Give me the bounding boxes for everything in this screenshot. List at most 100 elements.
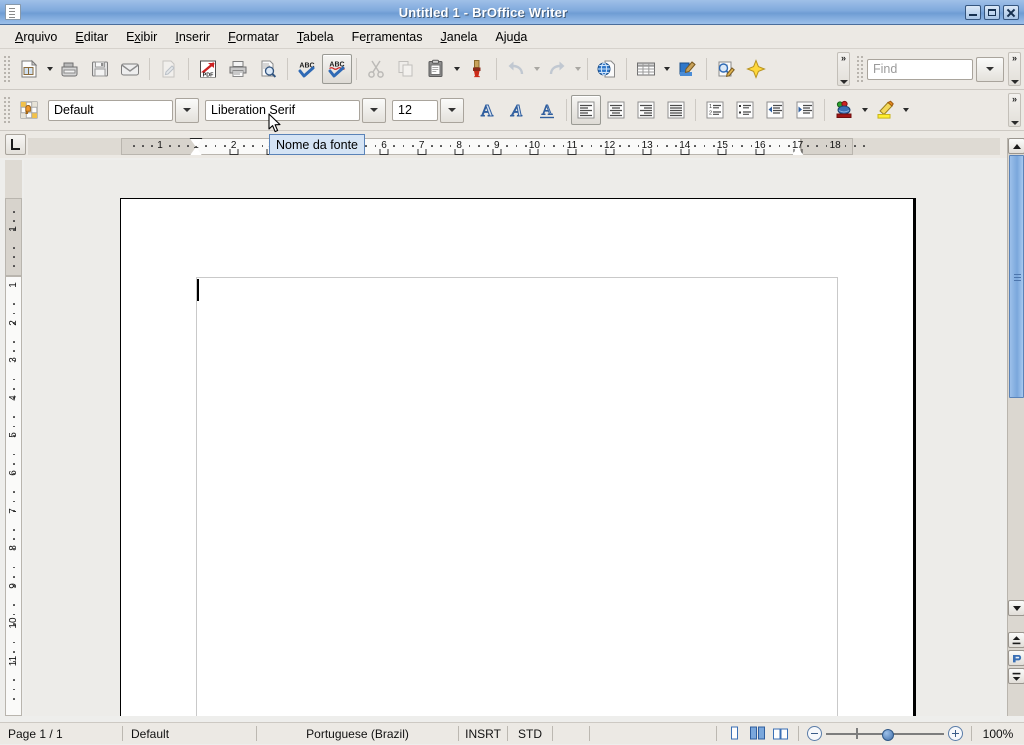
- align-justify-button[interactable]: [661, 95, 691, 125]
- scroll-up-button[interactable]: [1008, 138, 1024, 154]
- ruler-tab-stop[interactable]: [605, 149, 615, 155]
- menu-arquivo[interactable]: Arquivo: [6, 27, 66, 47]
- page-1[interactable]: [120, 198, 914, 716]
- align-center-button[interactable]: [601, 95, 631, 125]
- ruler-tab-stop[interactable]: [529, 149, 539, 155]
- toolbar-grip[interactable]: [2, 56, 11, 82]
- open-button[interactable]: [55, 54, 85, 84]
- font-name-combo[interactable]: Liberation Serif: [205, 97, 386, 123]
- ruler-tab-stop[interactable]: [567, 149, 577, 155]
- search-input[interactable]: Find: [867, 58, 973, 80]
- increase-indent-button[interactable]: [790, 95, 820, 125]
- export-pdf-button[interactable]: PDF: [193, 54, 223, 84]
- undo-button[interactable]: [501, 54, 531, 84]
- ruler-tab-stop[interactable]: [454, 149, 464, 155]
- standard-toolbar-overflow[interactable]: »: [837, 52, 850, 86]
- ruler-tab-stop[interactable]: [642, 149, 652, 155]
- clone-formatting-button[interactable]: [462, 54, 492, 84]
- ruler-tab-stop[interactable]: [417, 149, 427, 155]
- gallery-button[interactable]: [741, 54, 771, 84]
- undo-dropdown[interactable]: [531, 55, 542, 83]
- status-language[interactable]: Portuguese (Brazil): [257, 723, 458, 745]
- paragraph-style-combo[interactable]: Default: [48, 97, 199, 123]
- previous-page-button[interactable]: [1008, 632, 1024, 648]
- ruler-tab-stop[interactable]: [379, 149, 389, 155]
- find-replace-button[interactable]: [711, 54, 741, 84]
- book-view-button[interactable]: [772, 726, 789, 741]
- unordered-list-button[interactable]: [730, 95, 760, 125]
- redo-dropdown[interactable]: [572, 55, 583, 83]
- menu-ajuda[interactable]: Ajuda: [486, 27, 536, 47]
- status-selection-mode[interactable]: STD: [508, 723, 552, 745]
- find-options-dropdown[interactable]: [976, 56, 1004, 82]
- align-right-button[interactable]: [631, 95, 661, 125]
- scroll-down-button[interactable]: [1008, 600, 1024, 616]
- find-toolbar-overflow[interactable]: »: [1008, 52, 1021, 86]
- zoom-value[interactable]: 100%: [972, 723, 1024, 745]
- new-document-dropdown[interactable]: [44, 55, 55, 83]
- highlighting-button[interactable]: [870, 95, 900, 125]
- table-button[interactable]: [631, 54, 661, 84]
- find-toolbar-grip[interactable]: [855, 56, 864, 82]
- font-color-dropdown[interactable]: [859, 96, 870, 124]
- close-button[interactable]: [1003, 4, 1019, 20]
- tab-stop-selector[interactable]: [5, 134, 26, 155]
- ruler-tab-stop[interactable]: [680, 149, 690, 155]
- apply-style-button[interactable]: [14, 95, 44, 125]
- align-left-button[interactable]: [571, 95, 601, 125]
- zoom-slider-knob[interactable]: [882, 729, 894, 741]
- hyperlink-button[interactable]: [592, 54, 622, 84]
- menu-ferramentas[interactable]: Ferramentas: [343, 27, 432, 47]
- highlighting-dropdown[interactable]: [900, 96, 911, 124]
- font-name-dropdown[interactable]: [362, 97, 386, 123]
- copy-button[interactable]: [391, 54, 421, 84]
- ruler-tab-stop[interactable]: [492, 149, 502, 155]
- autospellcheck-button[interactable]: ABC: [322, 54, 352, 84]
- ordered-list-button[interactable]: 1 2: [700, 95, 730, 125]
- new-document-button[interactable]: [14, 54, 44, 84]
- multi-page-view-button[interactable]: [749, 726, 766, 741]
- zoom-out-button[interactable]: [807, 726, 822, 741]
- table-dropdown[interactable]: [661, 55, 672, 83]
- vertical-scrollbar[interactable]: [1007, 138, 1024, 716]
- maximize-button[interactable]: [984, 4, 1000, 20]
- scrollbar-thumb[interactable]: [1009, 155, 1024, 398]
- font-size-combo[interactable]: 12: [392, 97, 464, 123]
- cut-button[interactable]: [361, 54, 391, 84]
- toolbar-grip[interactable]: [2, 97, 11, 123]
- draw-functions-button[interactable]: [672, 54, 702, 84]
- edit-file-button[interactable]: [154, 54, 184, 84]
- bold-button[interactable]: A: [472, 95, 502, 125]
- print-button[interactable]: [223, 54, 253, 84]
- ruler-tab-stop[interactable]: [717, 149, 727, 155]
- underline-button[interactable]: A: [532, 95, 562, 125]
- redo-button[interactable]: [542, 54, 572, 84]
- save-button[interactable]: [85, 54, 115, 84]
- email-button[interactable]: [115, 54, 145, 84]
- spelling-button[interactable]: ABC: [292, 54, 322, 84]
- vertical-ruler[interactable]: 11234567891011: [5, 160, 22, 716]
- zoom-in-button[interactable]: [948, 726, 963, 741]
- formatting-toolbar-overflow[interactable]: »: [1008, 93, 1021, 127]
- menu-inserir[interactable]: Inserir: [166, 27, 219, 47]
- paste-button[interactable]: [421, 54, 451, 84]
- font-color-button[interactable]: [829, 95, 859, 125]
- ruler-tab-stop[interactable]: [229, 149, 239, 155]
- horizontal-ruler[interactable]: 1123456789101112131415161718: [28, 138, 1000, 155]
- paragraph-style-value[interactable]: Default: [48, 99, 173, 121]
- paste-dropdown[interactable]: [451, 55, 462, 83]
- font-name-value[interactable]: Liberation Serif: [205, 99, 360, 121]
- menu-tabela[interactable]: Tabela: [288, 27, 343, 47]
- minimize-button[interactable]: [965, 4, 981, 20]
- menu-formatar[interactable]: Formatar: [219, 27, 288, 47]
- menu-janela[interactable]: Janela: [432, 27, 487, 47]
- italic-button[interactable]: A: [502, 95, 532, 125]
- zoom-slider-track[interactable]: [826, 727, 944, 741]
- font-size-dropdown[interactable]: [440, 97, 464, 123]
- status-insert-mode[interactable]: INSRT: [459, 723, 507, 745]
- document-area[interactable]: [24, 160, 1000, 716]
- decrease-indent-button[interactable]: [760, 95, 790, 125]
- navigation-button[interactable]: [1008, 650, 1024, 666]
- menu-editar[interactable]: Editar: [66, 27, 117, 47]
- single-page-view-button[interactable]: [726, 726, 743, 741]
